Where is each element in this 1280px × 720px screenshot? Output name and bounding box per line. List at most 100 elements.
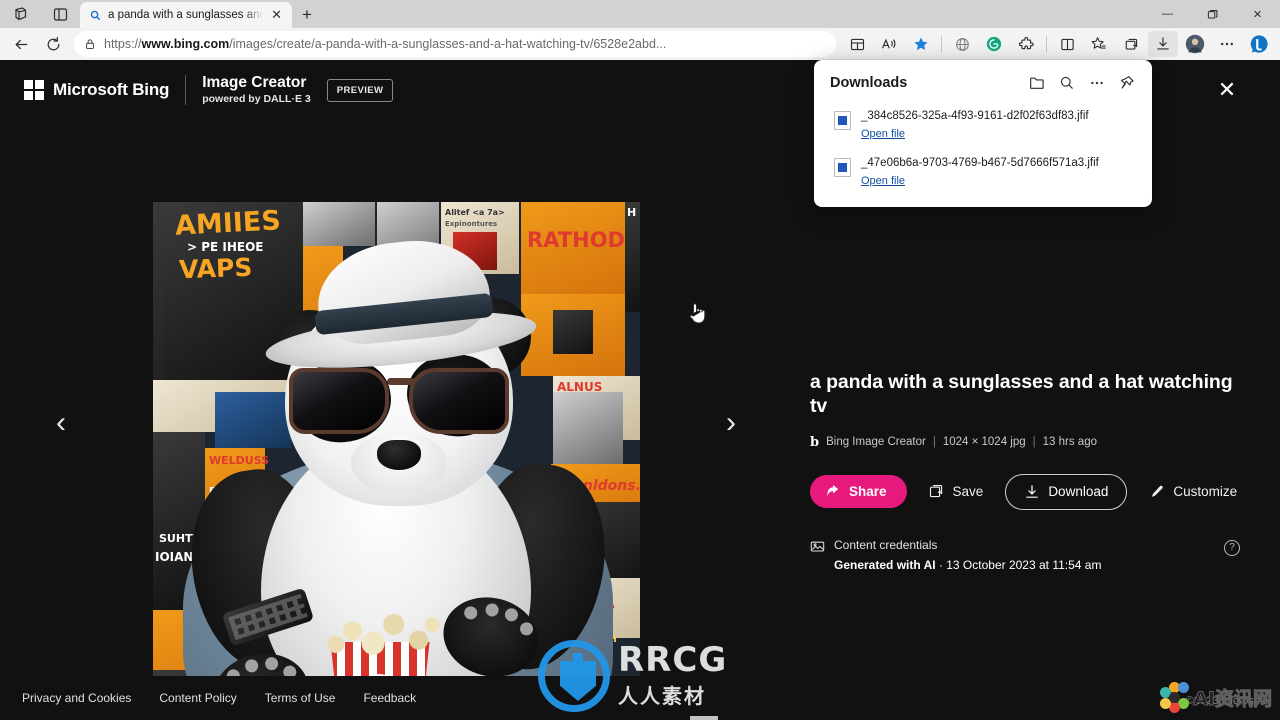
share-button[interactable]: Share — [810, 475, 907, 509]
microsoft-logo-icon — [24, 80, 44, 100]
pin-icon[interactable] — [1114, 70, 1140, 96]
page-title: a panda with a sunglasses and a hat watc… — [810, 371, 1233, 418]
download-label: Download — [1048, 484, 1109, 500]
popcorn-kernels — [311, 606, 449, 668]
toolbar-divider — [941, 36, 942, 52]
brand-name[interactable]: Microsoft Bing — [53, 80, 169, 100]
search-icon — [88, 8, 102, 22]
downloads-title: Downloads — [830, 75, 908, 91]
download-button[interactable]: Download — [1005, 473, 1128, 510]
taskbar-indicator — [690, 716, 718, 720]
download-file-name: _47e06b6a-9703-4769-b467-5d7666f571a3.jf… — [861, 156, 1099, 169]
browser-tab-active[interactable]: a panda with a sunglasses and a ✕ — [80, 2, 292, 28]
download-item[interactable]: _384c8526-325a-4f93-9161-d2f02f63df83.jf… — [814, 104, 1152, 147]
refresh-button[interactable] — [38, 31, 68, 57]
image-viewer: ‹ › AMIIES > PE IHEOE VAPS Alitef <a 7a>… — [0, 120, 790, 720]
file-icon — [834, 157, 851, 177]
url-path: /images/create/a-panda-with-a-sunglasses… — [229, 37, 667, 51]
close-icon[interactable]: ✕ — [269, 7, 284, 23]
downloads-header: Downloads — [814, 60, 1152, 104]
window-controls: — ✕ — [1145, 0, 1280, 28]
footer-link-content-policy[interactable]: Content Policy — [159, 691, 236, 705]
help-icon[interactable]: ? — [1224, 539, 1240, 556]
customize-icon — [1149, 484, 1165, 500]
image-metadata: b Bing Image Creator | 1024 × 1024 jpg |… — [810, 435, 1240, 450]
favorites-list-icon[interactable] — [1084, 31, 1114, 57]
extension-puzzle-icon[interactable] — [1011, 31, 1041, 57]
tab-strip: a panda with a sunglasses and a ✕ + — ✕ — [0, 0, 1280, 28]
file-icon — [834, 111, 851, 130]
maximize-button[interactable] — [1190, 0, 1235, 28]
image-detail-panel: a panda with a sunglasses and a hat watc… — [810, 370, 1240, 572]
sunglasses-lens-left — [289, 368, 389, 434]
previous-image-button[interactable]: ‹ — [38, 400, 84, 446]
more-options-icon[interactable] — [1084, 70, 1110, 96]
meta-source: Bing Image Creator — [826, 436, 926, 449]
rrcg-watermark-subtext: 人人素材 — [618, 684, 706, 708]
split-screen-icon[interactable] — [842, 31, 872, 57]
globe-icon[interactable] — [947, 31, 977, 57]
address-bar[interactable]: https://www.bing.com/images/create/a-pan… — [74, 31, 836, 57]
downloads-flyout[interactable]: Downloads _384c8526-325a-4f93-9161-d2f02… — [814, 60, 1152, 207]
save-label: Save — [952, 484, 984, 500]
customize-label: Customize — [1173, 484, 1238, 500]
url-scheme: https:// — [104, 37, 142, 51]
bing-copilot-icon[interactable] — [1244, 31, 1274, 57]
toolbar-actions — [842, 31, 1274, 57]
panda-nose — [377, 440, 421, 470]
meta-sep-1: | — [932, 436, 936, 449]
credentials-generated-label: Generated with AI — [834, 557, 936, 572]
browser-window: a panda with a sunglasses and a ✕ + — ✕ — [0, 0, 1280, 720]
next-image-button[interactable]: › — [708, 400, 754, 446]
meta-dimensions: 1024 × 1024 jpg — [942, 436, 1026, 449]
url-domain: www.bing.com — [141, 37, 230, 51]
image-actions: Share Save Download Customize — [810, 473, 1240, 510]
back-button[interactable] — [6, 31, 36, 57]
rrcg-watermark-text: RRCG — [618, 640, 728, 680]
read-aloud-icon[interactable] — [874, 31, 904, 57]
open-file-link[interactable]: Open file — [861, 175, 905, 187]
open-file-link[interactable]: Open file — [861, 128, 905, 140]
profile-avatar[interactable] — [1180, 31, 1210, 57]
meta-sep-2: | — [1032, 436, 1036, 449]
more-options-icon[interactable] — [1212, 31, 1242, 57]
share-icon — [826, 484, 841, 499]
tab-list-icon[interactable] — [40, 0, 80, 28]
preview-badge: PREVIEW — [326, 78, 394, 102]
grammarly-icon[interactable] — [979, 31, 1009, 57]
product-subtitle: powered by DALL·E 3 — [202, 93, 311, 106]
close-icon[interactable]: ✕ — [1210, 73, 1244, 107]
header-divider — [185, 75, 187, 105]
rrcg-logo-icon — [538, 640, 610, 712]
favorites-star-icon[interactable] — [906, 31, 936, 57]
toolbar-divider-2 — [1046, 36, 1047, 52]
lock-icon — [84, 38, 96, 50]
product-title: Image Creator — [202, 73, 307, 91]
ai-watermark: AI资讯网 — [1159, 682, 1272, 713]
bing-mark-icon: b — [810, 434, 820, 450]
downloads-icon[interactable] — [1148, 31, 1178, 57]
download-file-name: _384c8526-325a-4f93-9161-d2f02f63df83.jf… — [861, 110, 1089, 122]
close-window-button[interactable]: ✕ — [1235, 0, 1280, 28]
tab-title: a panda with a sunglasses and a — [108, 9, 264, 21]
workspaces-icon[interactable] — [0, 0, 40, 28]
content-credentials-icon — [810, 539, 825, 554]
save-button[interactable]: Save — [915, 475, 998, 509]
content-credentials: Content credentials Generated with AI · … — [810, 538, 1240, 572]
navigation-toolbar: https://www.bing.com/images/create/a-pan… — [0, 28, 1280, 60]
open-folder-icon[interactable] — [1024, 70, 1050, 96]
footer-link-terms[interactable]: Terms of Use — [265, 691, 336, 705]
search-icon[interactable] — [1054, 70, 1080, 96]
meta-age: 13 hrs ago — [1042, 436, 1097, 449]
browser-essentials-icon[interactable] — [1052, 31, 1082, 57]
sunglasses-lens-right — [409, 368, 509, 434]
sunglasses — [287, 362, 515, 436]
footer-link-privacy[interactable]: Privacy and Cookies — [22, 691, 131, 705]
collections-icon[interactable] — [1116, 31, 1146, 57]
customize-button[interactable]: Customize — [1135, 475, 1251, 509]
download-item[interactable]: _47e06b6a-9703-4769-b467-5d7666f571a3.jf… — [814, 147, 1152, 194]
new-tab-button[interactable]: + — [292, 2, 322, 28]
fedora-hat — [263, 233, 539, 379]
footer-link-feedback[interactable]: Feedback — [363, 691, 416, 705]
minimize-button[interactable]: — — [1145, 0, 1190, 28]
